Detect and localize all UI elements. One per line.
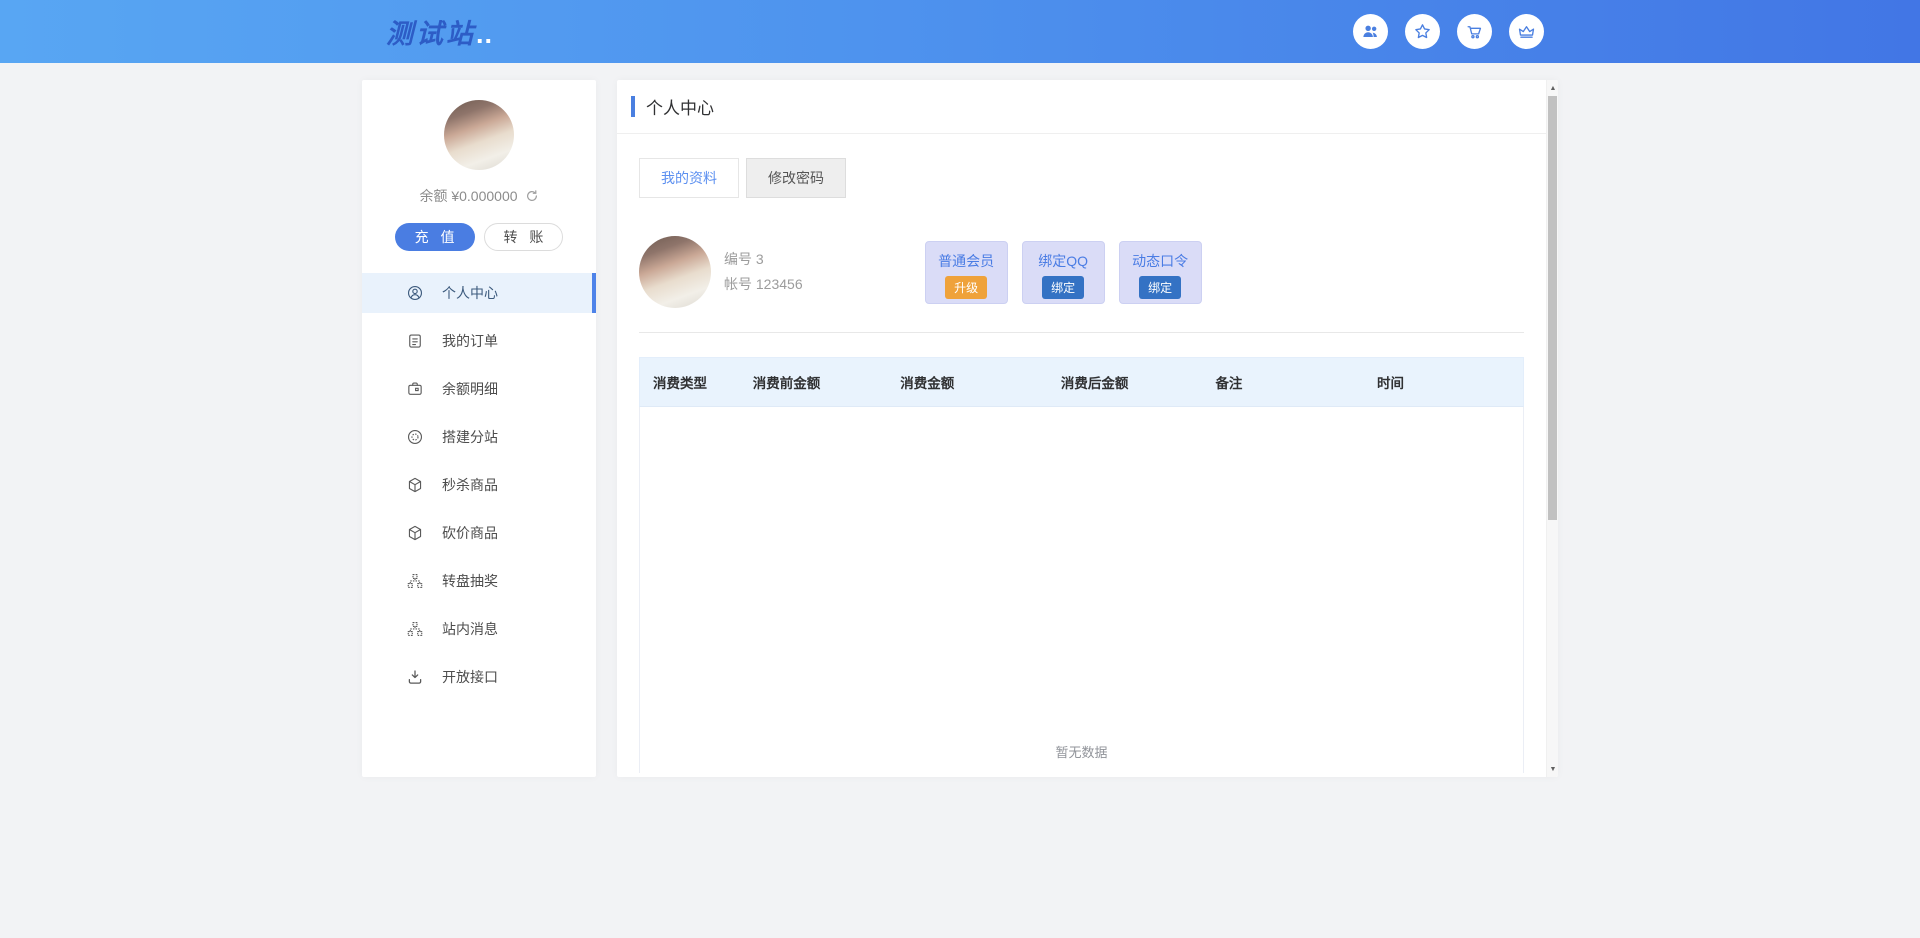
profile-id: 编号 3 [724,247,803,272]
cube-icon [406,476,424,494]
sidebar-item-label: 站内消息 [442,619,498,639]
bind-qq-button[interactable]: 绑定 [1042,276,1084,299]
column-header: 消费后金额 [1048,372,1203,392]
main-panel: 个人中心 我的资料 修改密码 编号 3 帐号 123456 普通会员 升级 [617,80,1558,777]
badge-card-group: 普通会员 升级 绑定QQ 绑定 动态口令 绑定 [925,241,1202,304]
site-logo[interactable]: 测试站.. [386,12,493,51]
users-icon[interactable] [1353,14,1388,49]
sidebar-item-bargain-goods[interactable]: 砍价商品 [362,513,596,553]
table-header-row: 消费类型 消费前金额 消费金额 消费后金额 备注 时间 [639,357,1524,407]
sitemap-icon [406,572,424,590]
page-title-row: 个人中心 [617,80,1546,134]
profile-account: 帐号 123456 [724,272,803,297]
section-divider [639,332,1524,333]
badge-dynamic-token: 动态口令 绑定 [1119,241,1202,304]
profile-info: 编号 3 帐号 123456 [724,247,803,297]
transfer-button[interactable]: 转 账 [484,223,564,251]
main-scrollbar[interactable]: ▲ ▼ [1546,80,1558,777]
badge-title: 动态口令 [1120,251,1201,271]
app-header: 测试站.. [0,0,1920,63]
page-title: 个人中心 [646,94,714,119]
user-circle-icon [406,284,424,302]
sidebar-item-label: 余额明细 [442,379,498,399]
profile-avatar[interactable] [639,236,711,308]
star-icon[interactable] [1405,14,1440,49]
header-icon-group [1353,14,1544,49]
site-logo-suffix: .. [476,19,493,49]
tab-bar: 我的资料 修改密码 [639,158,1524,198]
upgrade-button[interactable]: 升级 [945,276,987,299]
sidebar-item-label: 秒杀商品 [442,475,498,495]
sidebar-item-label: 砍价商品 [442,523,498,543]
substation-icon [406,428,424,446]
sidebar: 余额 ¥0.000000 充 值 转 账 个人中心 [362,80,596,777]
column-header: 消费前金额 [740,372,887,392]
tab-change-password[interactable]: 修改密码 [746,158,846,198]
bind-token-button[interactable]: 绑定 [1139,276,1181,299]
cart-icon[interactable] [1457,14,1492,49]
user-avatar[interactable] [444,100,514,170]
scrollbar-up-arrow[interactable]: ▲ [1547,81,1558,95]
sidebar-item-label: 我的订单 [442,331,498,351]
crown-icon[interactable] [1509,14,1544,49]
site-logo-text: 测试站 [386,19,476,49]
scrollbar-down-arrow[interactable]: ▼ [1547,762,1558,776]
download-icon [406,668,424,686]
wallet-icon [406,380,424,398]
empty-data-text: 暂无数据 [640,742,1523,761]
sidebar-menu: 个人中心 我的订单 余额明细 [362,273,596,697]
consume-table: 消费类型 消费前金额 消费金额 消费后金额 备注 时间 暂无数据 [639,357,1524,773]
tab-my-profile[interactable]: 我的资料 [639,158,739,198]
sidebar-item-balance-detail[interactable]: 余额明细 [362,369,596,409]
balance-text: 余额 ¥0.000000 [419,186,517,206]
recharge-button[interactable]: 充 值 [395,223,475,251]
sidebar-item-lucky-wheel[interactable]: 转盘抽奖 [362,561,596,601]
table-body: 暂无数据 [639,407,1524,773]
scrollbar-thumb[interactable] [1548,96,1557,520]
badge-member-level: 普通会员 升级 [925,241,1008,304]
sitemap-icon [406,620,424,638]
title-accent-bar [631,96,635,117]
profile-section: 编号 3 帐号 123456 普通会员 升级 绑定QQ 绑定 动态口令 绑定 [639,236,1524,308]
sidebar-item-site-messages[interactable]: 站内消息 [362,609,596,649]
sidebar-item-build-substation[interactable]: 搭建分站 [362,417,596,457]
sidebar-item-label: 转盘抽奖 [442,571,498,591]
order-icon [406,332,424,350]
sidebar-item-label: 个人中心 [442,283,498,303]
column-header: 消费金额 [887,372,1048,392]
badge-bind-qq: 绑定QQ 绑定 [1022,241,1105,304]
cube-icon [406,524,424,542]
sidebar-item-open-api[interactable]: 开放接口 [362,657,596,697]
column-header: 消费类型 [640,372,740,392]
column-header: 时间 [1364,372,1523,392]
badge-title: 绑定QQ [1023,251,1104,271]
column-header: 备注 [1202,372,1364,392]
sidebar-item-flash-sale[interactable]: 秒杀商品 [362,465,596,505]
sidebar-item-label: 开放接口 [442,667,498,687]
refresh-icon[interactable] [525,189,539,203]
sidebar-item-personal-center[interactable]: 个人中心 [362,273,596,313]
sidebar-item-my-orders[interactable]: 我的订单 [362,321,596,361]
sidebar-item-label: 搭建分站 [442,427,498,447]
badge-title: 普通会员 [926,251,1007,271]
